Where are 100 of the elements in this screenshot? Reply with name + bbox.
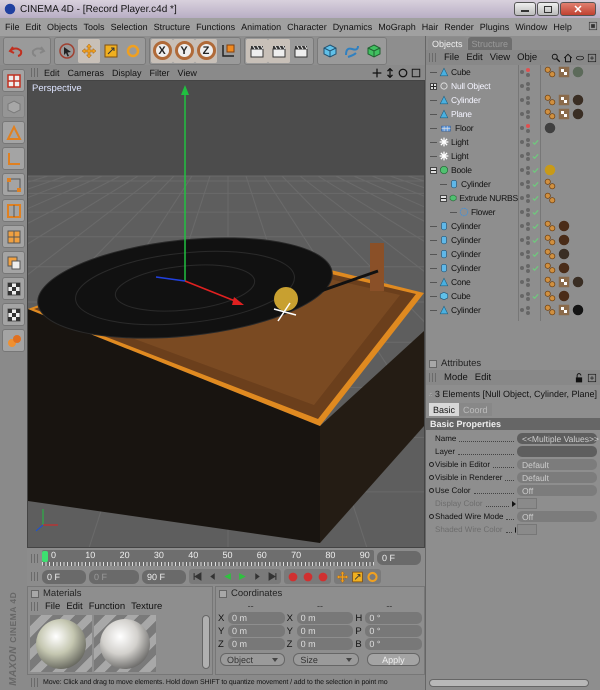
timeline-thumb[interactable]: [42, 551, 48, 562]
animation-dot[interactable]: [429, 462, 434, 467]
animation-dot[interactable]: [429, 475, 434, 480]
menu-item[interactable]: Render: [441, 22, 477, 32]
editor-visibility-dot[interactable]: [526, 236, 530, 240]
visibility-dot[interactable]: [520, 238, 524, 242]
menu-item[interactable]: Texture: [131, 601, 162, 612]
object-row[interactable]: Extrude NURBS: [426, 191, 600, 205]
key-scale-button[interactable]: [351, 570, 364, 583]
menu-item[interactable]: Hair: [418, 22, 442, 32]
coordinate-field[interactable]: 0 m: [228, 625, 285, 637]
visibility-dot[interactable]: [520, 154, 524, 158]
check-icon[interactable]: [532, 194, 538, 202]
minimize-button[interactable]: [514, 2, 536, 16]
menu-item[interactable]: View: [174, 68, 200, 78]
check-icon[interactable]: [532, 236, 538, 244]
object-row[interactable]: Cone: [426, 275, 600, 289]
menu-item[interactable]: Edit: [474, 372, 492, 383]
menu-item[interactable]: Window: [512, 22, 550, 32]
check-icon[interactable]: [532, 250, 538, 258]
render-visibility-dot[interactable]: [526, 198, 530, 202]
editor-visibility-dot[interactable]: [526, 68, 530, 72]
visibility-dot[interactable]: [520, 280, 524, 284]
menu-item[interactable]: Edit: [66, 601, 83, 612]
mode-button[interactable]: [2, 303, 25, 326]
visibility-dot[interactable]: [520, 168, 524, 172]
editor-visibility-dot[interactable]: [526, 166, 530, 170]
object-row[interactable]: Cylinder: [426, 261, 600, 275]
animation-dot[interactable]: [429, 488, 434, 493]
visibility-dot[interactable]: [520, 252, 524, 256]
editor-visibility-dot[interactable]: [526, 292, 530, 296]
expand-icon[interactable]: [430, 82, 437, 90]
material-preview[interactable]: [30, 615, 92, 672]
object-row[interactable]: Light: [426, 149, 600, 163]
viewport[interactable]: Perspective: [27, 80, 425, 548]
menu-item[interactable]: Filter: [146, 68, 173, 78]
coordinate-field[interactable]: 0 m: [228, 612, 285, 624]
visibility-dot[interactable]: [520, 84, 524, 88]
menu-item[interactable]: Edit: [22, 22, 44, 32]
render-visibility-dot[interactable]: [526, 86, 530, 90]
record-key-button[interactable]: [316, 570, 329, 583]
render-visibility-dot[interactable]: [526, 282, 530, 286]
editor-visibility-dot[interactable]: [526, 306, 530, 310]
render-visibility-dot[interactable]: [526, 212, 530, 216]
visibility-dot[interactable]: [520, 224, 524, 228]
menu-item[interactable]: Animation: [238, 22, 284, 32]
animation-dot[interactable]: [429, 514, 434, 519]
coordinate-field[interactable]: 0 m: [296, 612, 354, 624]
menu-item[interactable]: Help: [550, 22, 575, 32]
collapse-icon[interactable]: [440, 194, 447, 202]
first-frame-button[interactable]: [191, 570, 204, 583]
visibility-dot[interactable]: [520, 112, 524, 116]
check-icon[interactable]: [532, 222, 538, 230]
material-preview[interactable]: [94, 615, 156, 672]
axis-lock-button[interactable]: Z: [195, 38, 217, 62]
object-row[interactable]: Cylinder: [426, 93, 600, 107]
frame-field[interactable]: 0 F: [377, 551, 421, 565]
render-visibility-dot[interactable]: [526, 310, 530, 314]
check-icon[interactable]: [532, 292, 538, 300]
timeline-ruler[interactable]: 0 10 20 30 40 50 60 70 80 90: [42, 550, 374, 566]
object-row[interactable]: Null Object: [426, 79, 600, 93]
object-row[interactable]: Flower: [426, 205, 600, 219]
render-visibility-dot[interactable]: [526, 268, 530, 272]
check-icon[interactable]: [532, 208, 538, 216]
menu-item[interactable]: File: [45, 601, 60, 612]
editor-visibility-dot[interactable]: [526, 110, 530, 114]
scrollbar[interactable]: [202, 615, 210, 669]
editor-visibility-dot[interactable]: [526, 138, 530, 142]
object-row[interactable]: Light: [426, 135, 600, 149]
object-row[interactable]: Cylinder: [426, 233, 600, 247]
object-row[interactable]: Plane: [426, 107, 600, 121]
render-visibility-dot[interactable]: [526, 142, 530, 146]
check-icon[interactable]: [532, 264, 538, 272]
record-key-button[interactable]: [301, 570, 314, 583]
editor-visibility-dot[interactable]: [526, 124, 530, 128]
menu-item[interactable]: View: [490, 52, 510, 63]
menu-item[interactable]: File: [2, 22, 23, 32]
coordinate-field[interactable]: 0 °: [365, 625, 422, 637]
menu-item[interactable]: Selection: [108, 22, 151, 32]
editor-visibility-dot[interactable]: [526, 264, 530, 268]
menu-item[interactable]: Character: [284, 22, 330, 32]
menu-item[interactable]: Functions: [193, 22, 238, 32]
render-visibility-dot[interactable]: [526, 100, 530, 104]
coordinate-field[interactable]: 0 m: [296, 638, 354, 650]
object-row[interactable]: Floor: [426, 121, 600, 135]
visibility-dot[interactable]: [520, 140, 524, 144]
coordinate-field[interactable]: 0 m: [228, 638, 285, 650]
visibility-dot[interactable]: [520, 98, 524, 102]
menu-item[interactable]: Tools: [80, 22, 108, 32]
panel-tab[interactable]: Objects: [428, 37, 467, 50]
editor-visibility-dot[interactable]: [526, 152, 530, 156]
menu-item[interactable]: Cameras: [64, 68, 108, 78]
property-field[interactable]: <<Multiple Values>>: [517, 433, 597, 444]
render-visibility-dot[interactable]: [526, 184, 530, 188]
menu-item[interactable]: Obje: [517, 52, 538, 63]
mode-dropdown[interactable]: Object: [220, 653, 286, 666]
editor-visibility-dot[interactable]: [526, 194, 530, 198]
maximize-button[interactable]: [537, 2, 559, 16]
render-visibility-dot[interactable]: [526, 170, 530, 174]
render-visibility-dot[interactable]: [526, 296, 530, 300]
